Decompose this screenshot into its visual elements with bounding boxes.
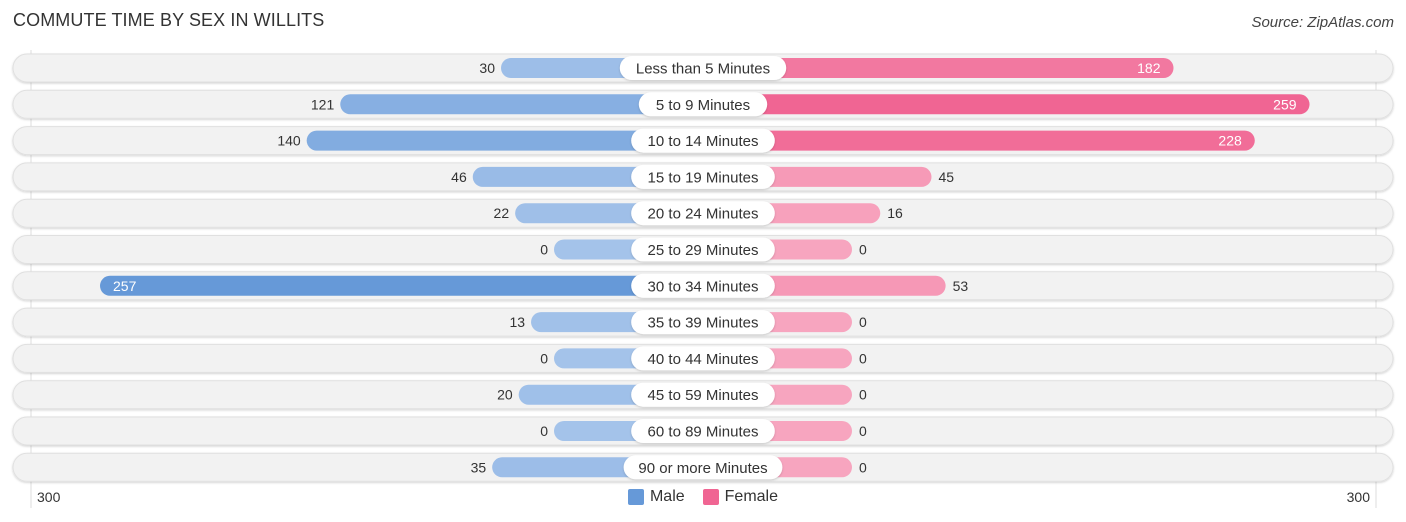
- value-label-male: 257: [113, 278, 137, 294]
- legend-item-male: Male: [627, 488, 685, 506]
- value-label-male: 30: [479, 60, 495, 76]
- value-label-male: 121: [311, 96, 335, 112]
- chart-row: 90 or more Minutes 35 0: [12, 452, 1394, 482]
- value-label-female: 182: [1137, 60, 1161, 76]
- category-label: Less than 5 Minutes: [636, 61, 770, 78]
- value-label-female: 0: [859, 350, 867, 366]
- value-label-male: 140: [277, 133, 301, 149]
- chart-row: 30 to 34 Minutes 257 53: [12, 271, 1394, 301]
- value-label-male: 13: [509, 314, 525, 330]
- category-label: 10 to 14 Minutes: [648, 133, 759, 150]
- legend-item-female: Female: [702, 488, 779, 506]
- bar-female: [703, 130, 1255, 151]
- value-label-male: 46: [451, 169, 467, 185]
- chart-row: 10 to 14 Minutes 140 228: [12, 126, 1394, 156]
- bar-female: [703, 94, 1310, 115]
- value-label-male: 0: [540, 350, 548, 366]
- value-label-female: 228: [1218, 133, 1242, 149]
- value-label-female: 0: [859, 459, 867, 475]
- category-label: 40 to 44 Minutes: [648, 351, 759, 368]
- bar-male: [100, 275, 703, 296]
- value-label-female: 259: [1273, 96, 1297, 112]
- legend-swatch-female: [702, 489, 719, 505]
- value-label-female: 45: [938, 169, 954, 185]
- chart-row: 35 to 39 Minutes 13 0: [12, 307, 1394, 337]
- category-label: 20 to 24 Minutes: [648, 206, 759, 223]
- chart-row: 20 to 24 Minutes 22 16: [12, 198, 1394, 228]
- value-label-female: 0: [859, 387, 867, 403]
- category-label: 60 to 89 Minutes: [648, 424, 759, 441]
- value-label-male: 20: [497, 387, 513, 403]
- value-label-male: 22: [494, 205, 510, 221]
- category-label: 25 to 29 Minutes: [648, 242, 759, 259]
- category-label: 35 to 39 Minutes: [648, 315, 759, 332]
- category-label: 90 or more Minutes: [638, 460, 767, 477]
- chart-row: 15 to 19 Minutes 46 45: [12, 162, 1394, 192]
- chart-row: 45 to 59 Minutes 20 0: [12, 380, 1394, 410]
- legend-label-male: Male: [649, 488, 685, 505]
- value-label-female: 0: [859, 314, 867, 330]
- category-label: 15 to 19 Minutes: [648, 169, 759, 186]
- value-label-male: 0: [540, 423, 548, 439]
- category-label: 5 to 9 Minutes: [656, 97, 750, 114]
- value-label-female: 53: [953, 278, 969, 294]
- chart-row: 40 to 44 Minutes 0 0: [12, 343, 1394, 373]
- chart-svg: Less than 5 Minutes 30 182 5 to 9 Minutes 12…: [12, 50, 1394, 508]
- chart-row: 25 to 29 Minutes 0 0: [12, 235, 1394, 264]
- value-label-male: 35: [471, 459, 487, 475]
- legend: Male Female: [0, 488, 1406, 506]
- chart-row: Less than 5 Minutes 30 182: [12, 53, 1394, 83]
- legend-label-female: Female: [724, 488, 779, 505]
- category-label: 45 to 59 Minutes: [648, 387, 759, 404]
- value-label-female: 16: [887, 205, 903, 221]
- chart-row: 5 to 9 Minutes 121 259: [12, 89, 1394, 119]
- value-label-male: 0: [540, 242, 548, 258]
- value-label-female: 0: [859, 423, 867, 439]
- category-label: 30 to 34 Minutes: [648, 278, 759, 295]
- value-label-female: 0: [859, 242, 867, 258]
- chart-row: 60 to 89 Minutes 0 0: [12, 416, 1394, 446]
- legend-swatch-male: [627, 489, 644, 505]
